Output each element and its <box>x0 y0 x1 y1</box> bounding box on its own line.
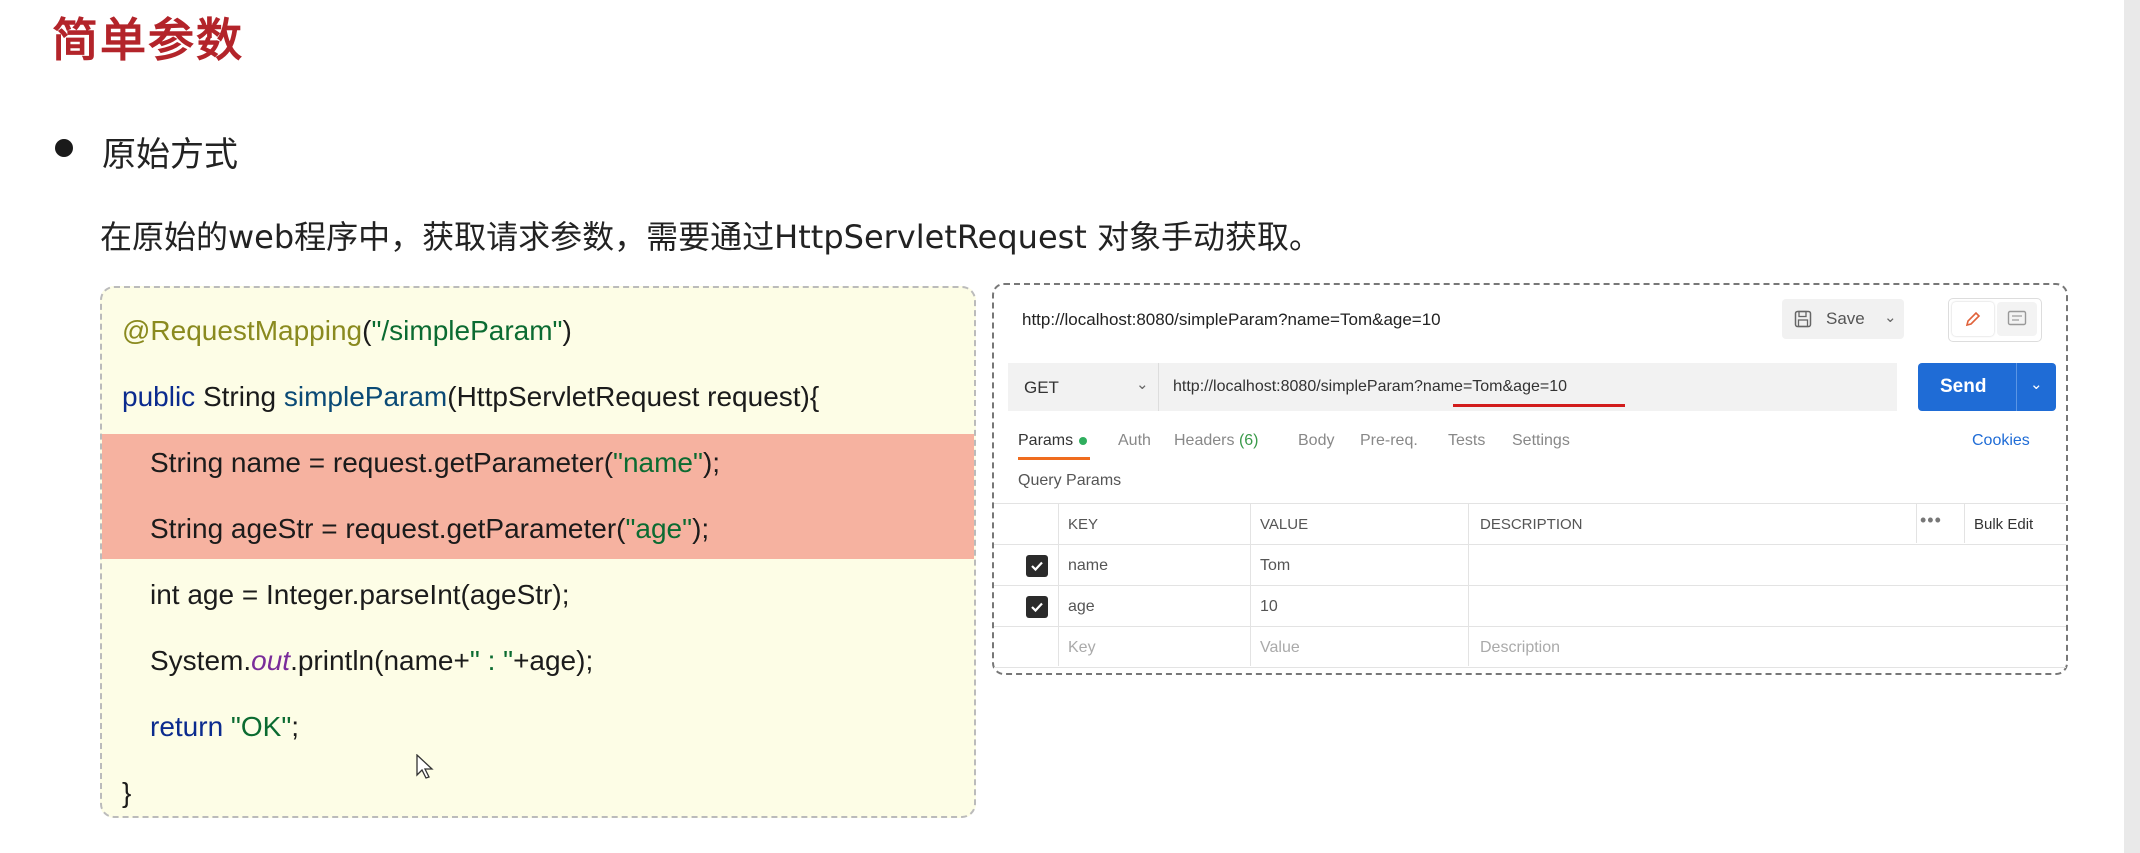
params-status-dot <box>1079 436 1088 445</box>
param-key[interactable]: age <box>1068 598 1095 616</box>
url-text: http://localhost:8080/simpleParam?name=T… <box>1173 378 1568 395</box>
ok-string-token: "OK" <box>223 711 292 742</box>
pencil-icon <box>1965 311 1981 327</box>
edit-mode-button[interactable] <box>1952 302 1994 336</box>
code-line-get-name: String name = request.getParameter("name… <box>150 447 720 479</box>
println-token: .println(name+ <box>290 645 470 676</box>
query-params-label: Query Params <box>1018 472 1122 489</box>
slide-description: 在原始的web程序中，获取请求参数，需要通过HttpServletRequest… <box>100 218 1322 256</box>
query-underline <box>1453 404 1625 407</box>
paren-close-token: ) <box>562 315 572 346</box>
headers-count: (6) <box>1238 432 1259 449</box>
tab-settings[interactable]: Settings <box>1512 432 1570 450</box>
value-column-header: VALUE <box>1260 516 1309 533</box>
param-value[interactable]: Tom <box>1260 557 1290 575</box>
bullet-heading: 原始方式 <box>102 135 238 175</box>
description-column-header: DESCRIPTION <box>1480 516 1583 533</box>
key-column-header: KEY <box>1068 516 1099 533</box>
out-field-token: out <box>251 645 291 676</box>
tab-body[interactable]: Body <box>1298 432 1334 450</box>
path-string-token: "/simpleParam" <box>371 315 563 346</box>
more-options-icon[interactable]: ••• <box>1920 510 1942 531</box>
url-input[interactable]: http://localhost:8080/simpleParam?name=T… <box>1159 363 1897 411</box>
println-end: +age); <box>513 645 594 676</box>
request-title[interactable]: http://localhost:8080/simpleParam?name=T… <box>1022 310 1441 330</box>
save-icon <box>1794 310 1812 328</box>
postman-request-panel: http://localhost:8080/simpleParam?name=T… <box>992 283 2068 675</box>
tab-prereq[interactable]: Pre-req. <box>1360 432 1418 450</box>
send-label: Send <box>1940 376 1987 397</box>
tab-params[interactable]: Params <box>1018 432 1088 450</box>
param-key[interactable]: name <box>1068 557 1108 575</box>
send-button[interactable]: Send ⌄ <box>1918 363 2056 411</box>
name-string-token: "name" <box>613 447 703 478</box>
return-type-token: String <box>195 381 284 412</box>
method-params-token: (HttpServletRequest request){ <box>447 381 820 412</box>
comments-button[interactable] <box>1997 302 2037 336</box>
row-checkbox[interactable] <box>1026 555 1048 577</box>
chevron-down-icon[interactable]: ⌄ <box>1884 308 1897 326</box>
public-keyword: public <box>122 381 196 412</box>
tab-headers-label: Headers <box>1174 432 1235 449</box>
check-icon <box>1031 602 1043 613</box>
mouse-cursor-icon <box>416 754 434 779</box>
get-name-text: String name = request.getParameter( <box>150 447 614 478</box>
code-line-println: System.out.println(name+" : "+age); <box>150 645 593 677</box>
code-line-annotation: @RequestMapping("/simpleParam") <box>122 315 572 347</box>
code-line-get-age: String ageStr = request.getParameter("ag… <box>150 513 709 545</box>
table-row: name Tom <box>994 544 2066 585</box>
code-line-return: return "OK"; <box>150 711 299 743</box>
check-icon <box>1031 561 1043 572</box>
system-token: System. <box>150 645 252 676</box>
get-name-end: ); <box>702 447 721 478</box>
tab-auth[interactable]: Auth <box>1118 432 1151 450</box>
window-edge <box>2124 0 2140 853</box>
get-age-text: String ageStr = request.getParameter( <box>150 513 626 544</box>
slide-title: 简单参数 <box>52 13 244 67</box>
send-divider <box>2016 363 2017 411</box>
active-tab-indicator <box>1018 457 1090 460</box>
new-key-input[interactable]: Key <box>1068 639 1096 657</box>
separator-string-token: " : " <box>469 645 514 676</box>
row-checkbox[interactable] <box>1026 596 1048 618</box>
method-label: GET <box>1024 378 1059 397</box>
method-select[interactable]: GET ⌄ <box>1008 363 1159 411</box>
bullet-dot <box>55 139 73 157</box>
table-row-new: Key Value Description <box>994 626 2066 668</box>
tab-headers[interactable]: Headers (6) <box>1174 432 1259 450</box>
annotation-token: @RequestMapping <box>122 315 363 346</box>
table-row: age 10 <box>994 585 2066 626</box>
new-value-input[interactable]: Value <box>1260 639 1300 657</box>
save-button[interactable]: Save ⌄ <box>1782 299 1904 339</box>
save-label: Save <box>1826 309 1865 328</box>
get-age-end: ); <box>692 513 710 544</box>
table-header-row: KEY VALUE DESCRIPTION ••• Bulk Edit <box>994 503 2066 544</box>
code-line-method-signature: public String simpleParam(HttpServletReq… <box>122 381 819 413</box>
tab-params-label: Params <box>1018 432 1074 449</box>
param-value[interactable]: 10 <box>1260 598 1278 616</box>
comment-icon <box>2007 310 2027 326</box>
chevron-down-icon: ⌄ <box>1136 376 1149 393</box>
return-keyword: return <box>150 711 224 742</box>
chevron-down-icon[interactable]: ⌄ <box>2030 375 2043 393</box>
cookies-link[interactable]: Cookies <box>1972 432 2030 450</box>
bulk-edit-button[interactable]: Bulk Edit <box>1974 516 2033 533</box>
view-mode-toggle <box>1948 298 2042 342</box>
new-description-input[interactable]: Description <box>1480 639 1560 657</box>
return-end: ; <box>291 711 300 742</box>
code-panel: @RequestMapping("/simpleParam") public S… <box>100 286 976 818</box>
code-line-parse-int: int age = Integer.parseInt(ageStr); <box>150 579 570 610</box>
age-string-token: "age" <box>625 513 693 544</box>
method-name-token: simpleParam <box>283 381 448 412</box>
code-line-closing-brace: } <box>122 777 132 808</box>
tab-tests[interactable]: Tests <box>1448 432 1485 450</box>
